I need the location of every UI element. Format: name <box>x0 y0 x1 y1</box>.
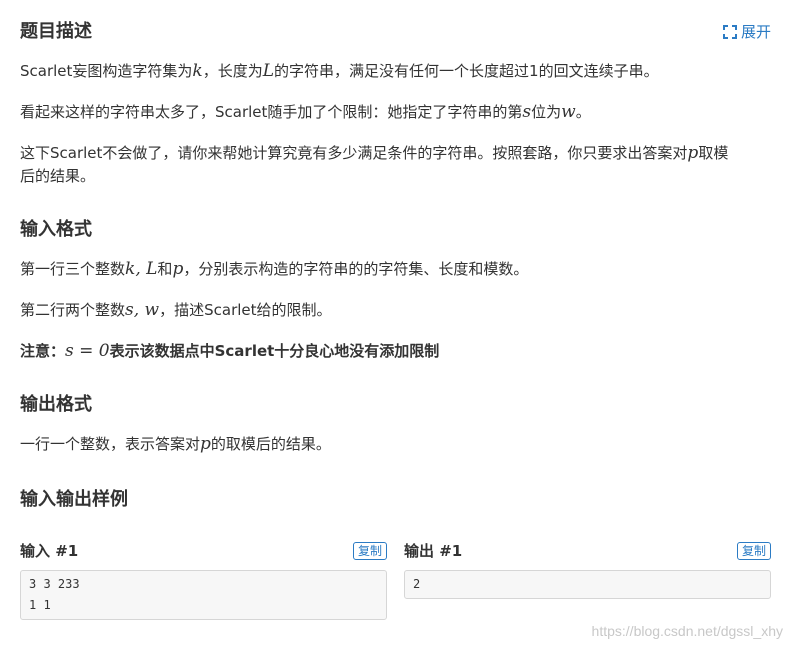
description-header: 题目描述 展开 <box>20 22 771 42</box>
expand-button[interactable]: 展开 <box>722 23 771 41</box>
math-k-L: k, L <box>125 259 158 279</box>
description-paragraph-2: 看起来这样的字符串太多了，Scarlet随手加了个限制：她指定了字符串的第s位为… <box>20 102 591 122</box>
output-format-paragraph: 一行一个整数，表示答案对p的取模后的结果。 <box>20 434 331 454</box>
copy-output-button[interactable]: 复制 <box>736 542 771 560</box>
samples-row: 输入 #1 复制 3 3 233 1 1 输出 #1 复制 2 <box>20 540 771 620</box>
math-p: p <box>172 259 184 279</box>
math-w: w <box>561 102 576 122</box>
sample-output: 输出 #1 复制 2 <box>404 540 771 620</box>
input-format-header: 输入格式 <box>20 220 771 240</box>
samples-header: 输入输出样例 <box>20 490 771 510</box>
sample-output-box[interactable]: 2 <box>404 570 771 599</box>
math-s-w: s, w <box>125 300 160 320</box>
input-format-note: 注意：s = 0表示该数据点中Scarlet十分良心地没有添加限制 <box>20 341 440 361</box>
expand-icon <box>722 25 737 39</box>
output-format-title: 输出格式 <box>20 394 92 415</box>
description-paragraph-1: Scarlet妄图构造字符集为k，长度为L的字符串，满足没有任何一个长度超过1的… <box>20 61 659 81</box>
input-format-paragraph-2: 第二行两个整数s, w，描述Scarlet给的限制。 <box>20 300 332 320</box>
copy-input-button[interactable]: 复制 <box>352 542 387 560</box>
input-format-title: 输入格式 <box>20 219 92 240</box>
sample-input-title: 输入 #1 <box>20 542 79 560</box>
watermark: https://blog.csdn.net/dgssl_xhy <box>591 623 783 639</box>
math-s: s <box>522 102 532 122</box>
sample-input-header: 输入 #1 复制 <box>20 540 387 562</box>
problem-content: 题目描述 展开 Scarlet妄图构造字符集为k，长度为L的字符串，满足没有任何… <box>20 0 771 510</box>
math-p: p <box>687 143 699 163</box>
math-p: p <box>200 434 211 454</box>
math-L: L <box>262 61 275 81</box>
sample-output-title: 输出 #1 <box>404 542 463 560</box>
sample-output-header: 输出 #1 复制 <box>404 540 771 562</box>
output-format-header: 输出格式 <box>20 395 771 415</box>
expand-label: 展开 <box>740 23 771 41</box>
description-title: 题目描述 <box>20 21 92 42</box>
sample-input: 输入 #1 复制 3 3 233 1 1 <box>20 540 387 620</box>
math-s-eq-0: s = 0 <box>65 341 110 361</box>
input-format-paragraph-1: 第一行三个整数k, L和p，分别表示构造的字符串的的字符集、长度和模数。 <box>20 259 529 279</box>
description-paragraph-3: 这下Scarlet不会做了，请你来帮她计算究竟有多少满足条件的字符串。按照套路，… <box>20 143 729 185</box>
math-k: k <box>192 61 203 81</box>
samples-title: 输入输出样例 <box>20 489 128 510</box>
sample-input-box[interactable]: 3 3 233 1 1 <box>20 570 387 620</box>
